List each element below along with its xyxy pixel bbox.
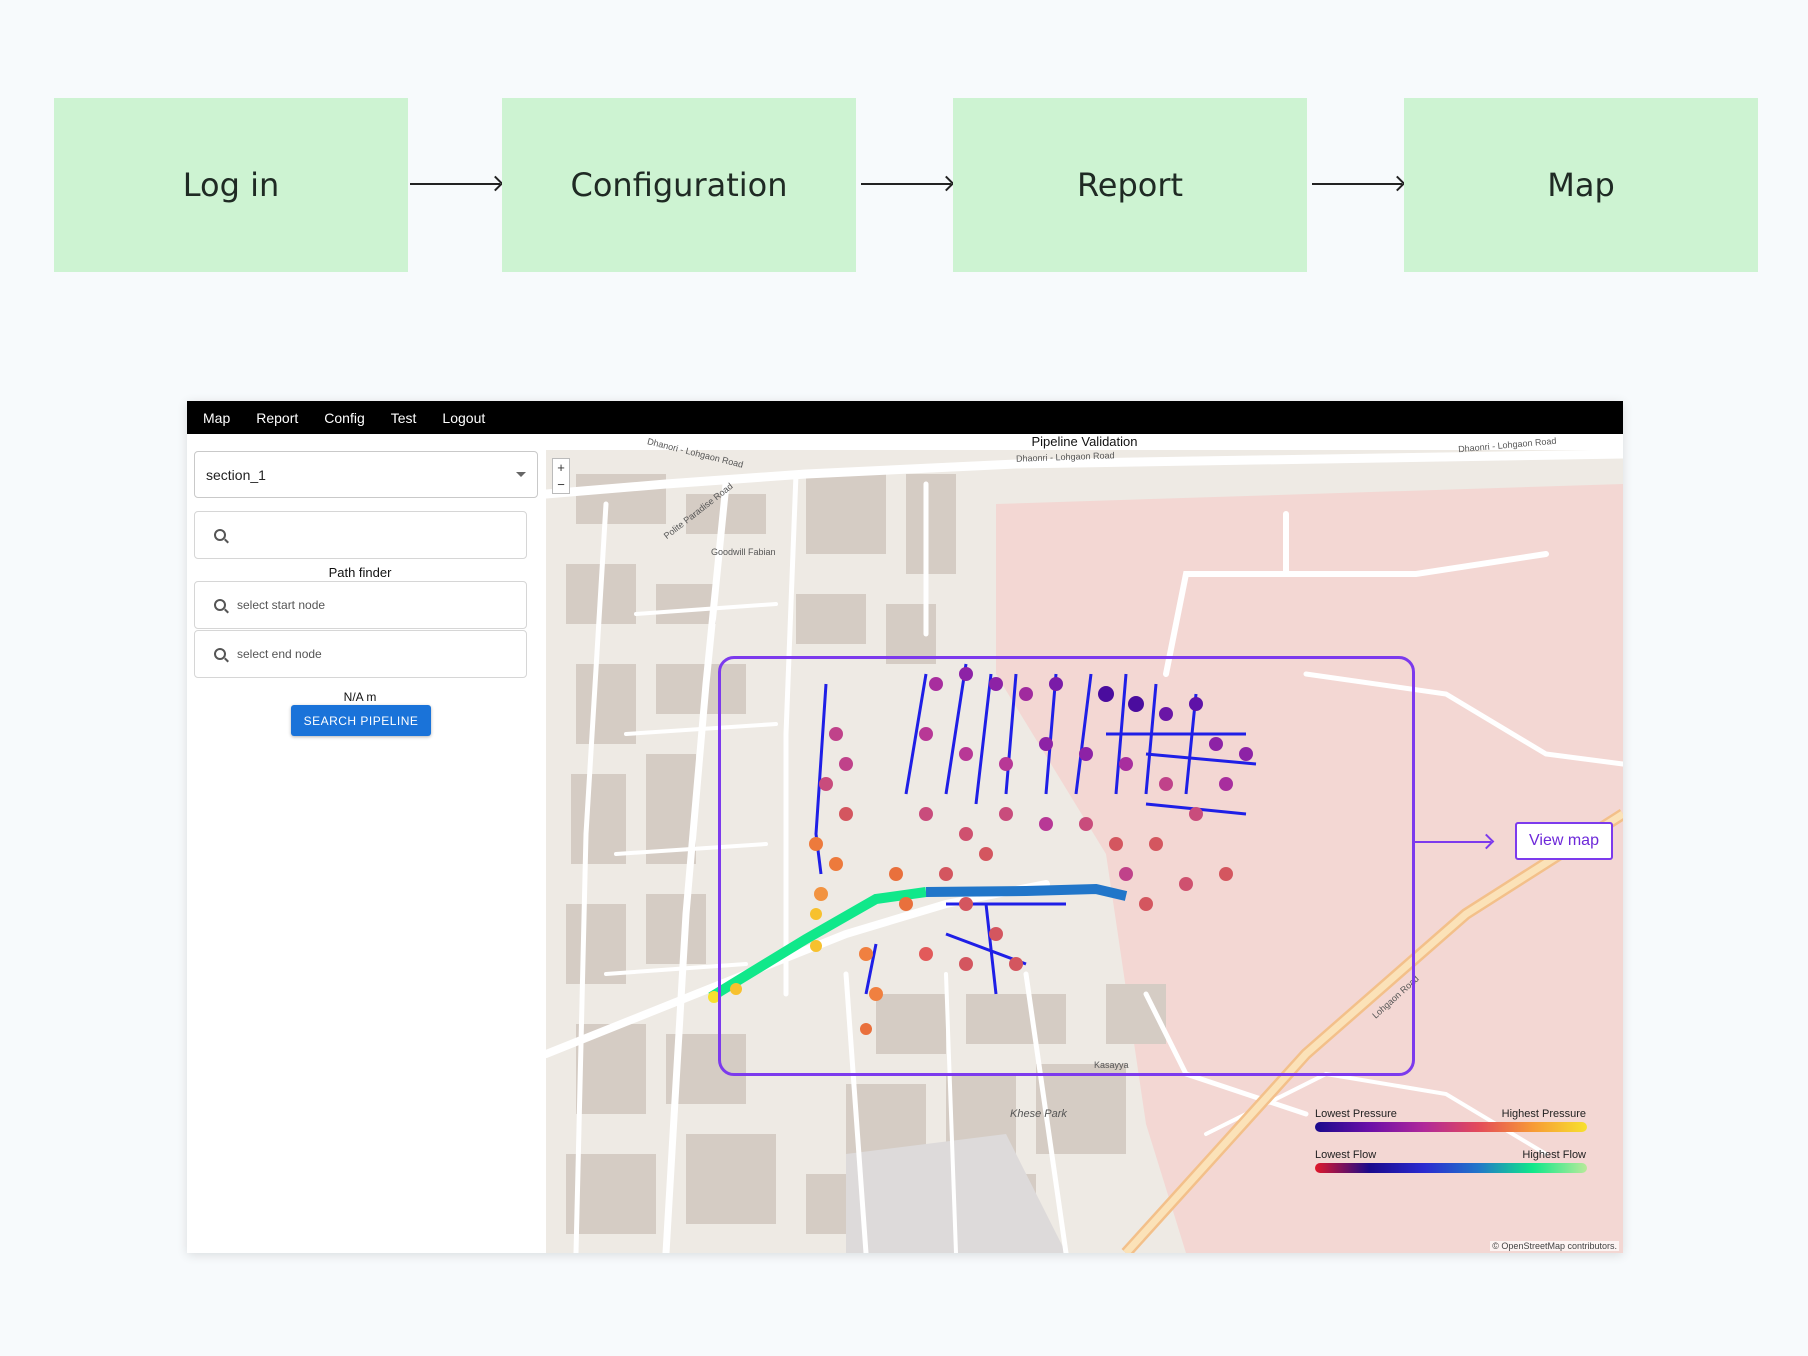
- road-label: Goodwill Fabian: [711, 547, 776, 557]
- flow-arrow: [410, 183, 500, 185]
- nav-report[interactable]: Report: [256, 410, 298, 426]
- path-finder-label: Path finder: [328, 565, 392, 580]
- nav-test[interactable]: Test: [391, 410, 417, 426]
- sidebar: section_1 Path finder N/A m SEARCH PIPEL…: [187, 434, 546, 1253]
- search-field[interactable]: [194, 511, 527, 559]
- chevron-down-icon: [516, 472, 526, 477]
- flow-arrow: [861, 183, 951, 185]
- zoom-out-button[interactable]: −: [553, 476, 569, 493]
- search-icon: [214, 599, 226, 611]
- flow-step-login: Log in: [54, 98, 408, 272]
- nav-config[interactable]: Config: [324, 410, 364, 426]
- map-legend: Lowest Pressure Highest Pressure Lowest …: [1301, 1099, 1594, 1184]
- path-distance: N/A m: [343, 690, 377, 704]
- legend-flow-high: Highest Flow: [1522, 1149, 1586, 1161]
- search-icon: [214, 529, 226, 541]
- nav-logout[interactable]: Logout: [442, 410, 485, 426]
- search-input[interactable]: [235, 527, 499, 543]
- start-node-field[interactable]: [194, 581, 527, 629]
- flow-step-label: Log in: [182, 166, 280, 204]
- section-select-value: section_1: [206, 466, 266, 483]
- flow-step-map: Map: [1404, 98, 1758, 272]
- legend-pressure-low: Lowest Pressure: [1315, 1108, 1397, 1120]
- zoom-in-button[interactable]: +: [553, 459, 569, 476]
- flow-step-label: Map: [1547, 166, 1615, 204]
- section-select[interactable]: section_1: [194, 451, 538, 498]
- highlight-frame: [718, 656, 1415, 1076]
- zoom-control: + −: [552, 458, 570, 494]
- flow-arrow: [1312, 183, 1402, 185]
- callout-arrow: [1415, 841, 1491, 843]
- start-node-input[interactable]: [235, 597, 499, 613]
- road-label: Khese Park: [1010, 1108, 1067, 1120]
- end-node-field[interactable]: [194, 630, 527, 678]
- flow-step-configuration: Configuration: [502, 98, 856, 272]
- map-attribution: © OpenStreetMap contributors.: [1490, 1241, 1619, 1251]
- view-map-button[interactable]: View map: [1515, 822, 1613, 860]
- top-nav: Map Report Config Test Logout: [187, 401, 1623, 434]
- flow-step-label: Configuration: [570, 166, 788, 204]
- flow-gradient-bar: [1315, 1163, 1587, 1173]
- pressure-gradient-bar: [1315, 1122, 1587, 1132]
- nav-map[interactable]: Map: [203, 410, 230, 426]
- legend-flow-low: Lowest Flow: [1315, 1149, 1377, 1161]
- search-pipeline-button[interactable]: SEARCH PIPELINE: [291, 705, 431, 736]
- end-node-input[interactable]: [235, 646, 499, 662]
- flow-step-label: Report: [1076, 166, 1184, 204]
- search-icon: [214, 648, 226, 660]
- flow-step-report: Report: [953, 98, 1307, 272]
- legend-pressure-high: Highest Pressure: [1501, 1108, 1586, 1120]
